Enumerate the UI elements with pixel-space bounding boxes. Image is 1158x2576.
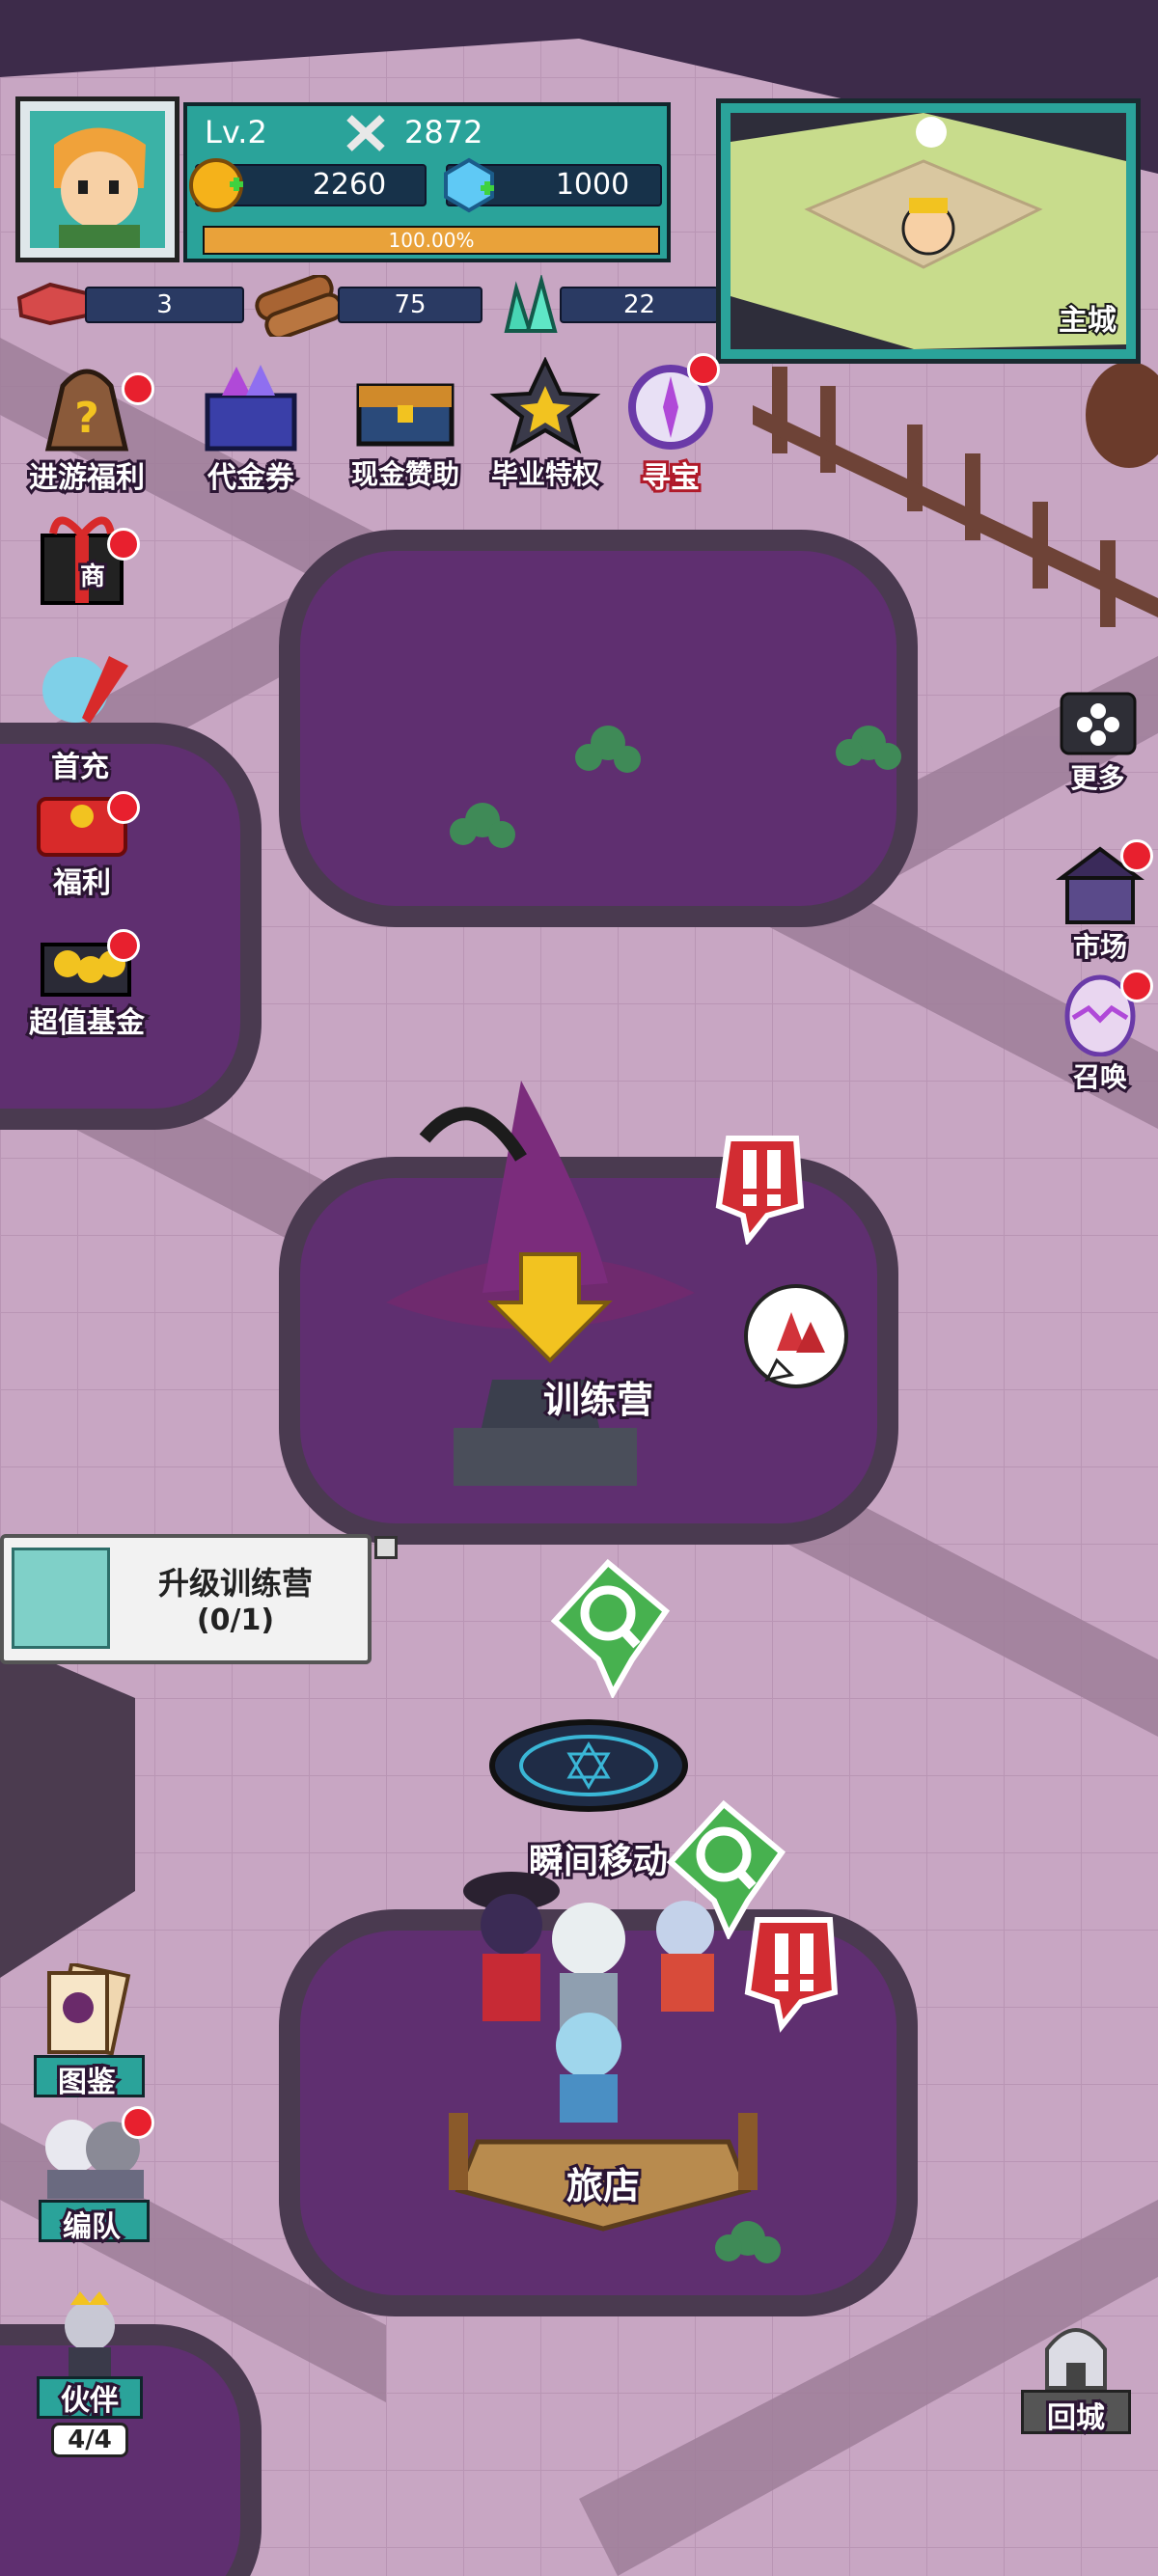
gold-coin-icon	[189, 158, 243, 212]
star-medal-icon	[489, 357, 601, 453]
gem-box-icon	[205, 365, 297, 452]
top-menu-item-privilege[interactable]: 毕业特权	[473, 357, 618, 493]
wood-value: 75	[394, 290, 427, 319]
wood-bar: 75	[338, 287, 482, 323]
notification-badge	[107, 929, 140, 962]
notification-badge	[1120, 839, 1153, 872]
resource-row: 3 75 22	[10, 275, 724, 337]
left-menu-item-first-recharge[interactable]: 首充	[17, 646, 143, 787]
top-menu-item-sponsor[interactable]: 现金赞助	[333, 357, 478, 493]
left-menu-item-fund[interactable]: 超值基金	[14, 921, 159, 1043]
inn-label[interactable]: 旅店	[521, 2156, 685, 2210]
top-menu-label: 现金赞助	[348, 455, 462, 493]
quest-building-icon	[12, 1548, 110, 1649]
training-camp-label[interactable]: 训练营	[502, 1370, 695, 1424]
left-menu-label: 商	[77, 560, 108, 594]
bottom-menu-label: 编队	[60, 2207, 124, 2247]
partner-count: 4/4	[51, 2423, 128, 2457]
castle-icon	[1045, 2328, 1107, 2390]
quest-panel[interactable]: 升级训练营 (0/1)	[0, 1534, 372, 1664]
top-menu: ? 进游福利 代金券 现金赞助 毕业特权 寻宝	[10, 353, 724, 498]
partner-icon	[65, 2291, 115, 2376]
alert-marker-icon[interactable]	[738, 1910, 854, 2036]
exp-percent: 100.00%	[388, 229, 475, 252]
return-city-button[interactable]: 回城	[1013, 2311, 1139, 2438]
top-menu-label: 毕业特权	[488, 455, 602, 493]
ore-bar: 3	[85, 287, 244, 323]
right-menu-item-summon[interactable]: 召唤	[1047, 970, 1153, 1096]
right-menu-item-market[interactable]: 市场	[1047, 839, 1153, 966]
crystal-bar: 22	[560, 287, 719, 323]
chest-icon	[356, 383, 455, 447]
bottom-menu-item-team[interactable]: 编队	[19, 2106, 164, 2247]
player-power: 2872	[404, 114, 483, 151]
svg-text:?: ?	[74, 394, 99, 443]
right-menu-label: 召唤	[1070, 1058, 1130, 1096]
notification-badge	[687, 353, 720, 386]
player-level: Lv.2	[205, 114, 267, 151]
search-bubble-icon[interactable]	[540, 1553, 676, 1698]
notification-badge	[107, 528, 140, 561]
player-stats-panel: Lv.2 2872 2260 1000 100.00%	[183, 102, 671, 262]
notification-badge	[122, 2106, 154, 2139]
minimap[interactable]: 主城	[716, 98, 1141, 364]
right-menu-item-more[interactable]: 更多	[1052, 690, 1144, 797]
crossed-swords-icon	[346, 115, 385, 151]
crystal-value: 22	[622, 290, 656, 319]
exp-bar: 100.00%	[203, 226, 660, 255]
quest-title: 升级训练营	[157, 1565, 313, 1602]
bottom-menu-item-partner[interactable]: 伙伴 4/4	[27, 2291, 152, 2457]
notification-badge	[107, 791, 140, 824]
ore-value: 3	[156, 290, 173, 319]
avatar-portrait-icon	[30, 111, 165, 248]
alert-marker-icon[interactable]	[709, 1129, 815, 1245]
hero-sword-icon	[42, 656, 128, 724]
more-icon	[1060, 692, 1136, 755]
bottom-menu-item-codex[interactable]: 图鉴	[24, 1963, 150, 2102]
return-city-label: 回城	[1044, 2398, 1108, 2438]
top-menu-label: 进游福利	[26, 458, 148, 498]
top-menu-label: 寻宝	[639, 458, 703, 498]
notification-badge	[1120, 970, 1153, 1002]
bottom-menu-label: 图鉴	[55, 2063, 119, 2102]
top-menu-item-welfare[interactable]: ? 进游福利	[10, 357, 164, 498]
top-menu-item-treasure[interactable]: 寻宝	[618, 353, 724, 498]
quest-collapse-button[interactable]	[374, 1536, 398, 1559]
cards-icon	[47, 1963, 131, 2056]
left-menu-item-shop[interactable]: 商	[24, 507, 140, 622]
lucky-bag-icon: ?	[44, 369, 129, 452]
left-menu-label: 首充	[48, 748, 112, 787]
top-menu-item-voucher[interactable]: 代金券	[188, 357, 314, 498]
crystal-bubble-icon[interactable]	[738, 1283, 854, 1399]
right-menu-label: 市场	[1070, 928, 1130, 966]
diamond-icon	[444, 157, 494, 213]
notification-badge	[122, 372, 154, 405]
wood-icon	[255, 275, 344, 337]
left-menu-label: 福利	[50, 863, 114, 903]
minimap-label: 主城	[1057, 302, 1118, 340]
left-menu-label: 超值基金	[26, 1003, 148, 1043]
training-camp-building[interactable]	[367, 1061, 714, 1495]
left-menu-item-benefits[interactable]: 福利	[24, 791, 140, 903]
right-menu-label: 更多	[1067, 759, 1127, 797]
top-menu-label: 代金券	[205, 458, 297, 498]
bottom-menu-label: 伙伴	[58, 2381, 122, 2421]
player-avatar[interactable]	[15, 96, 179, 262]
quest-progress: (0/1)	[196, 1603, 275, 1637]
